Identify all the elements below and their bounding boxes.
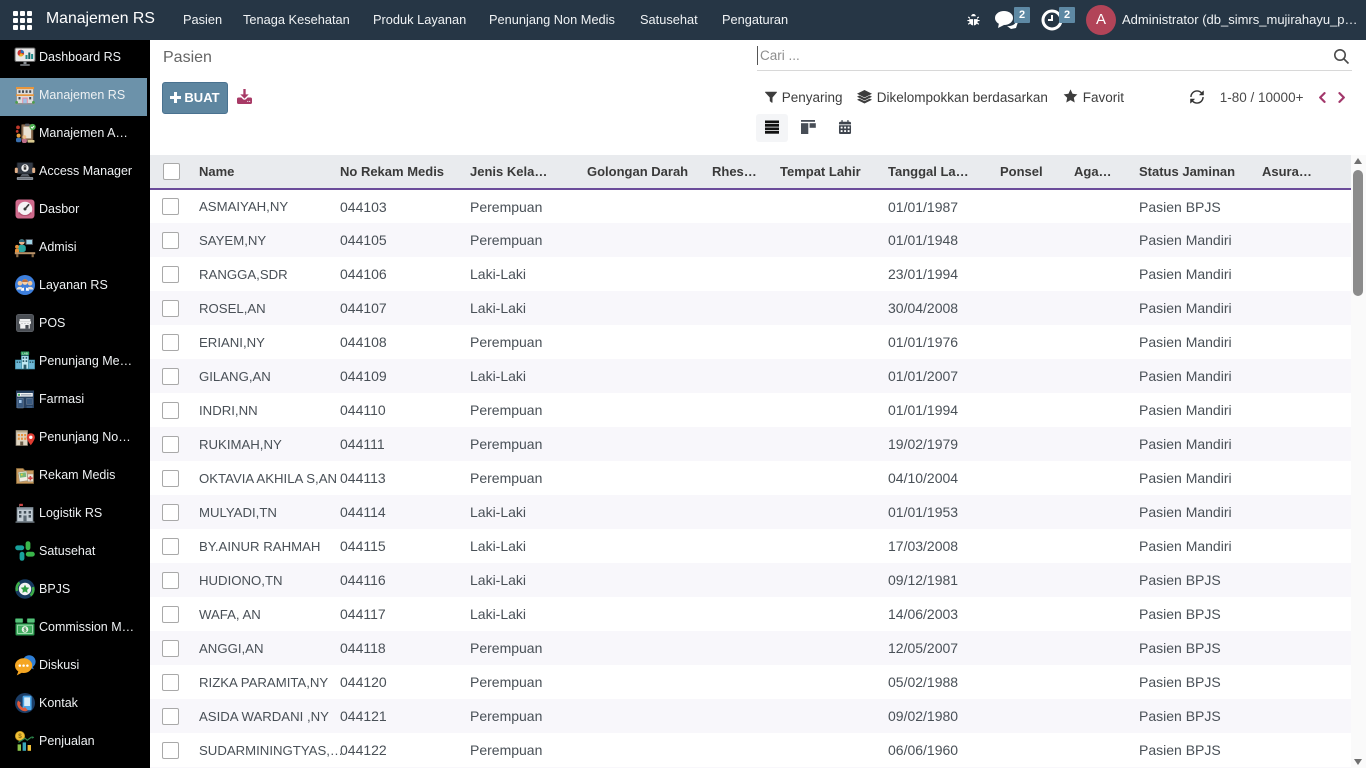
svg-text:$: $ — [18, 733, 22, 740]
svg-text:$: $ — [24, 627, 27, 633]
svg-text:LAB: LAB — [22, 351, 28, 355]
